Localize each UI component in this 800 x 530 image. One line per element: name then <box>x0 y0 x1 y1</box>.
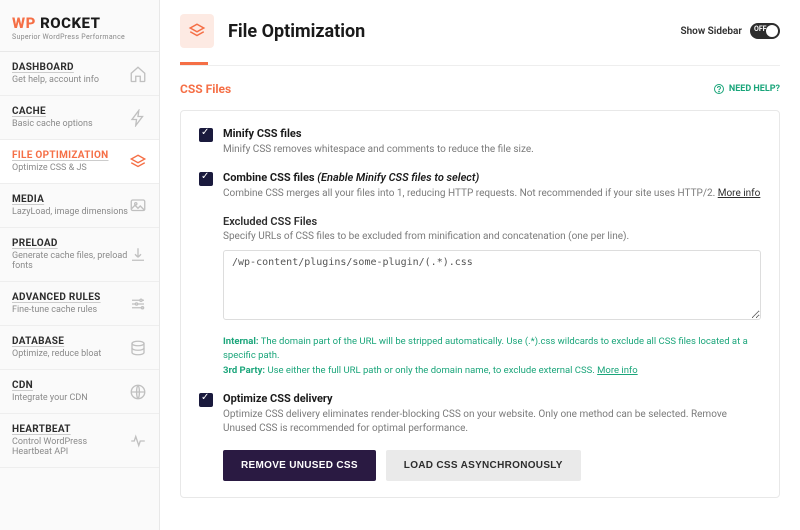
sidebar: WP ROCKET Superior WordPress Performance… <box>0 0 160 530</box>
minify-css-desc: Minify CSS removes whitespace and commen… <box>223 143 761 157</box>
image-icon <box>129 197 147 215</box>
nav-title: MEDIA <box>12 194 129 205</box>
hint-internal: Internal: The domain part of the URL wil… <box>223 335 761 364</box>
header: File Optimization Show Sidebar OFF <box>160 0 800 48</box>
header-icon <box>180 14 214 48</box>
remove-unused-css-button[interactable]: REMOVE UNUSED CSS <box>223 450 376 481</box>
nav-title: PRELOAD <box>12 238 129 249</box>
database-icon <box>129 339 147 357</box>
sidebar-item-database[interactable]: DATABASE Optimize, reduce bloat <box>0 326 159 370</box>
combine-css-desc: Combine CSS merges all your files into 1… <box>223 187 761 201</box>
toggle-state: OFF <box>754 25 767 33</box>
home-icon <box>129 65 147 83</box>
main: File Optimization Show Sidebar OFF CSS F… <box>160 0 800 530</box>
help-icon <box>713 83 725 95</box>
sidebar-item-file-optimization[interactable]: FILE OPTIMIZATION Optimize CSS & JS <box>0 140 159 184</box>
sidebar-item-heartbeat[interactable]: HEARTBEAT Control WordPress Heartbeat API <box>0 414 159 468</box>
logo-brand-a: WP <box>12 14 36 32</box>
excluded-css-title: Excluded CSS Files <box>223 215 761 228</box>
minify-css-checkbox[interactable] <box>199 128 213 142</box>
nav-title: CDN <box>12 380 129 391</box>
load-css-async-button[interactable]: LOAD CSS ASYNCHRONOUSLY <box>386 450 581 481</box>
nav: DASHBOARD Get help, account info CACHE Bas… <box>0 52 159 530</box>
nav-title: ADVANCED RULES <box>12 292 129 303</box>
logo-tagline: Superior WordPress Performance <box>12 33 147 41</box>
hint-3rd-party: 3rd Party: Use either the full URL path … <box>223 364 761 378</box>
nav-sub: LazyLoad, image dimensions <box>12 207 129 217</box>
nav-sub: Generate cache files, preload fonts <box>12 251 129 271</box>
sliders-icon <box>129 295 147 313</box>
globe-icon <box>129 383 147 401</box>
sidebar-item-cdn[interactable]: CDN Integrate your CDN <box>0 370 159 414</box>
need-help-link[interactable]: NEED HELP? <box>713 83 780 95</box>
need-help-label: NEED HELP? <box>729 84 780 94</box>
option-combine-css: Combine CSS files (Enable Minify CSS fil… <box>199 171 761 201</box>
sidebar-item-media[interactable]: MEDIA LazyLoad, image dimensions <box>0 184 159 228</box>
nav-sub: Get help, account info <box>12 75 129 85</box>
heartbeat-icon <box>129 432 147 450</box>
section-title: CSS Files <box>180 82 231 96</box>
combine-css-checkbox[interactable] <box>199 172 213 186</box>
sidebar-item-dashboard[interactable]: DASHBOARD Get help, account info <box>0 52 159 96</box>
nav-sub: Control WordPress Heartbeat API <box>12 437 129 457</box>
show-sidebar-label: Show Sidebar <box>680 26 742 37</box>
download-icon <box>129 246 147 264</box>
nav-sub: Optimize CSS & JS <box>12 163 129 173</box>
sidebar-item-advanced-rules[interactable]: ADVANCED RULES Fine-tune cache rules <box>0 282 159 326</box>
nav-sub: Integrate your CDN <box>12 393 129 403</box>
minify-css-title: Minify CSS files <box>223 127 761 140</box>
optimize-css-title: Optimize CSS delivery <box>223 392 761 405</box>
layers-icon <box>188 22 206 40</box>
active-tab-indicator <box>180 62 208 65</box>
nav-title: FILE OPTIMIZATION <box>12 150 129 161</box>
nav-title: CACHE <box>12 106 129 117</box>
section-head: CSS Files NEED HELP? <box>180 82 780 96</box>
logo: WP ROCKET Superior WordPress Performance <box>0 0 159 52</box>
toggle-knob <box>766 25 778 37</box>
nav-sub: Fine-tune cache rules <box>12 305 129 315</box>
hint2-more-info-link[interactable]: More info <box>597 365 638 376</box>
option-optimize-css-delivery: Optimize CSS delivery Optimize CSS deliv… <box>199 392 761 436</box>
nav-title: DASHBOARD <box>12 62 129 73</box>
option-minify-css: Minify CSS files Minify CSS removes whit… <box>199 127 761 157</box>
optimize-css-checkbox[interactable] <box>199 393 213 407</box>
excluded-css-desc: Specify URLs of CSS files to be excluded… <box>223 231 761 242</box>
sidebar-item-cache[interactable]: CACHE Basic cache options <box>0 96 159 140</box>
page-title: File Optimization <box>228 21 666 42</box>
show-sidebar-toggle[interactable]: OFF <box>750 23 780 39</box>
css-delivery-buttons: REMOVE UNUSED CSS LOAD CSS ASYNCHRONOUSL… <box>223 450 761 481</box>
nav-sub: Basic cache options <box>12 119 129 129</box>
combine-more-info-link[interactable]: More info <box>718 188 761 199</box>
optimize-css-desc: Optimize CSS delivery eliminates render-… <box>223 408 761 436</box>
layers-icon <box>129 153 147 171</box>
content: CSS Files NEED HELP? Minify CSS files Mi… <box>160 66 800 530</box>
nav-sub: Optimize, reduce bloat <box>12 349 129 359</box>
sidebar-item-preload[interactable]: PRELOAD Generate cache files, preload fon… <box>0 228 159 282</box>
combine-css-title: Combine CSS files (Enable Minify CSS fil… <box>223 171 761 184</box>
logo-brand-b: ROCKET <box>40 14 100 32</box>
excluded-css-block: Excluded CSS Files Specify URLs of CSS f… <box>223 215 761 323</box>
css-files-panel: Minify CSS files Minify CSS removes whit… <box>180 110 780 498</box>
hints: Internal: The domain part of the URL wil… <box>223 335 761 378</box>
excluded-css-textarea[interactable] <box>223 250 761 320</box>
show-sidebar-control: Show Sidebar OFF <box>680 23 780 39</box>
nav-title: HEARTBEAT <box>12 424 129 435</box>
nav-title: DATABASE <box>12 336 129 347</box>
bolt-icon <box>129 109 147 127</box>
